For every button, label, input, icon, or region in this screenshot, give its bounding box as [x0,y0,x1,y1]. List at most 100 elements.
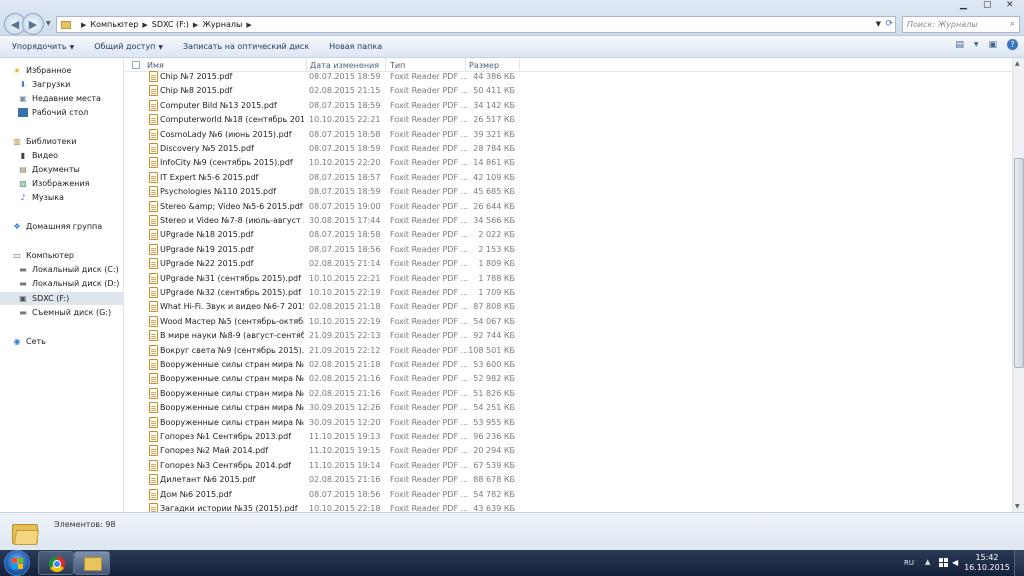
forward-button[interactable]: ▶ [22,13,44,35]
file-row[interactable]: UPgrade №32 (сентябрь 2015).pdf 10.10.201… [125,285,525,299]
file-row[interactable]: Гопорез №1 Сентябрь 2013.pdf 11.10.2015 1… [125,429,525,443]
chevron-right-icon[interactable]: ▶ [142,21,147,29]
pdf-file-icon [149,157,158,169]
file-row[interactable]: Гопорез №3 Сентябрь 2014.pdf 11.10.2015 1… [125,458,525,472]
address-bar: ▁ ▢ ✕ ◀ ▶ ▼ ▶ Компьютер ▶ SDXC (F:) ▶ Журн… [0,0,1024,36]
file-row[interactable]: Stereo &amp; Video №5-6 2015.pdf 08.07.20… [125,199,525,213]
file-row[interactable]: Дом №6 2015.pdf 08.07.2015 18:56 Foxit Rea… [125,487,525,501]
sidebar-item-disk-d[interactable]: ▬ Локальный диск (D:) [0,277,123,290]
sidebar-item-label: SDXC (F:) [32,294,70,303]
show-desktop-button[interactable] [1014,550,1024,576]
share-button[interactable]: Общий доступ ▼ [94,42,163,51]
file-row[interactable]: Вооруженные силы стран мира №9... 02.08.2… [125,386,525,400]
language-indicator[interactable]: RU [904,559,914,567]
sidebar-item-pictures[interactable]: ▧ Изображения [0,177,123,190]
sidebar-item-favorites[interactable]: ★ Избранное [0,64,123,77]
breadcrumb-folder[interactable]: Журналы ▶ [202,20,251,29]
sidebar-item-music[interactable]: ♪ Музыка [0,191,123,204]
sidebar-item-disk-g[interactable]: ▬ Съемный диск (G:) [0,306,123,319]
file-row[interactable]: UPgrade №22 2015.pdf 02.08.2015 21:14 Foxi… [125,256,525,270]
sidebar-item-desktop[interactable]: Рабочий стол [0,106,123,119]
sidebar-item-downloads[interactable]: ⬇ Загрузки [0,78,123,91]
taskbar-explorer-button[interactable] [74,551,110,575]
sidebar-item-disk-c[interactable]: ▬ Локальный диск (C:) [0,263,123,276]
breadcrumb-computer[interactable]: Компьютер ▶ [90,20,147,29]
vertical-scrollbar[interactable]: ▲ ▼ [1012,58,1024,512]
view-dropdown-icon[interactable]: ▼ [974,41,979,48]
search-input[interactable]: Поиск: Журналы ⌕ [902,16,1020,33]
file-row[interactable]: В мире науки №8-9 (август-сентябр... 21.0… [125,328,525,342]
file-row[interactable]: Stereo и Video №7-8 (июль-август 2... 30.… [125,213,525,227]
path-history-dropdown[interactable]: ▼ [876,20,881,28]
action-center-icon[interactable] [939,558,949,567]
breadcrumb-label: SDXC (F:) [151,20,189,29]
sidebar-item-recent[interactable]: ▣ Недавние места [0,92,123,105]
close-icon[interactable]: ✕ [1006,0,1014,10]
file-name: UPgrade №22 2015.pdf [160,259,254,269]
file-row[interactable]: What Hi-Fi. Звук и видео №6-7 2015... 02.… [125,299,525,313]
file-row[interactable]: Computer Bild №13 2015.pdf 08.07.2015 18:… [125,98,525,112]
breadcrumb-separator[interactable]: ▶ [77,21,86,29]
file-row[interactable]: Вооруженные силы стран мира №1... 30.09.2… [125,415,525,429]
sidebar-item-video[interactable]: ▮ Видео [0,149,123,162]
file-row[interactable]: CosmoLady №6 (июнь 2015).pdf 08.07.2015 1… [125,127,525,141]
maximize-icon[interactable]: ▢ [983,0,992,10]
start-button[interactable] [4,550,30,576]
file-row[interactable]: Chip №8 2015.pdf 02.08.2015 21:15 Foxit Re… [125,83,525,97]
search-icon[interactable]: ⌕ [1010,19,1015,29]
refresh-icon[interactable]: ⟳ [885,19,893,29]
address-path[interactable]: ▶ Компьютер ▶ SDXC (F:) ▶ Журналы ▶ ▼ ⟳ [56,16,896,33]
file-row[interactable]: UPgrade №19 2015.pdf 08.07.2015 18:56 Foxi… [125,242,525,256]
file-row[interactable]: InfoCity №9 (сентябрь 2015).pdf 10.10.201… [125,155,525,169]
scroll-up-icon[interactable]: ▲ [1015,60,1020,67]
recent-pages-dropdown[interactable]: ▼ [46,20,51,27]
file-name: Wood Мастер №5 (сентябрь-октябр... [160,316,304,326]
volume-icon[interactable]: ◀ [952,558,962,567]
sidebar-item-network[interactable]: ◉ Сеть [0,335,123,348]
file-row[interactable]: Chip №7 2015.pdf 08.07.2015 18:59 Foxit Re… [125,69,525,83]
chevron-right-icon[interactable]: ▶ [193,21,198,29]
system-clock[interactable]: 15:42 16.10.2015 [962,553,1012,573]
file-date: 02.08.2015 21:16 [309,475,381,485]
file-row[interactable]: UPgrade №18 2015.pdf 08.07.2015 18:58 Foxi… [125,227,525,241]
file-row[interactable]: Гопорез №2 Май 2014.pdf 11.10.2015 19:15 F… [125,443,525,457]
sidebar-item-libraries[interactable]: ▥ Библиотеки [0,135,123,148]
sidebar-item-homegroup[interactable]: ❖ Домашняя группа [0,220,123,233]
help-icon[interactable]: ? [1007,39,1018,50]
file-row[interactable]: Вооруженные силы стран мира №9... 02.08.2… [125,357,525,371]
view-options-icon[interactable]: ▤ [955,40,964,50]
new-folder-button[interactable]: Новая папка [329,42,382,51]
file-row[interactable]: Wood Мастер №5 (сентябрь-октябр... 10.10.… [125,314,525,328]
scroll-down-icon[interactable]: ▼ [1015,503,1020,510]
breadcrumb-drive[interactable]: SDXC (F:) ▶ [152,20,199,29]
show-hidden-icons-icon[interactable]: ▲ [925,558,935,567]
file-type: Foxit Reader PDF ... [390,403,468,413]
file-name: Discovery №5 2015.pdf [160,144,254,153]
burn-button[interactable]: Записать на оптический диск [183,42,309,51]
file-date: 08.07.2015 18:59 [309,72,381,81]
sidebar-item-disk-f[interactable]: ▣ SDXC (F:) [0,292,123,305]
chevron-right-icon[interactable]: ▶ [246,21,251,29]
preview-pane-icon[interactable]: ▣ [988,40,997,50]
taskbar-chrome-button[interactable] [38,551,74,575]
file-row[interactable]: UPgrade №31 (сентябрь 2015).pdf 10.10.201… [125,271,525,285]
file-row[interactable]: Вокруг света №9 (сентябрь 2015).pdf 21.09… [125,343,525,357]
select-all-checkbox[interactable] [132,61,140,69]
scrollbar-thumb[interactable] [1014,158,1024,368]
file-row[interactable]: Дилетант №6 2015.pdf 02.08.2015 21:16 Foxi… [125,472,525,486]
file-row[interactable]: Вооруженные силы стран мира №9... 02.08.2… [125,371,525,385]
file-name: UPgrade №32 (сентябрь 2015).pdf [160,288,301,297]
file-size: 26 517 КБ [473,115,515,125]
pdf-file-icon [149,301,158,313]
share-label: Общий доступ [94,42,156,51]
file-row[interactable]: Вооруженные силы стран мира №1... 30.09.2… [125,400,525,414]
file-row[interactable]: IT Expert №5-6 2015.pdf 08.07.2015 18:57 F… [125,170,525,184]
organize-button[interactable]: Упорядочить ▼ [12,42,74,51]
file-row[interactable]: Загадки истории №35 (2015).pdf 10.10.2015… [125,501,525,512]
file-row[interactable]: Psychologies №110 2015.pdf 08.07.2015 18:… [125,184,525,198]
file-row[interactable]: Computerworld №18 (сентябрь 2015... 10.10… [125,112,525,126]
file-row[interactable]: Discovery №5 2015.pdf 08.07.2015 18:59 Fox… [125,141,525,155]
minimize-icon[interactable]: ▁ [960,0,967,10]
sidebar-item-computer[interactable]: ▭ Компьютер [0,249,123,262]
sidebar-item-documents[interactable]: ▤ Документы [0,163,123,176]
